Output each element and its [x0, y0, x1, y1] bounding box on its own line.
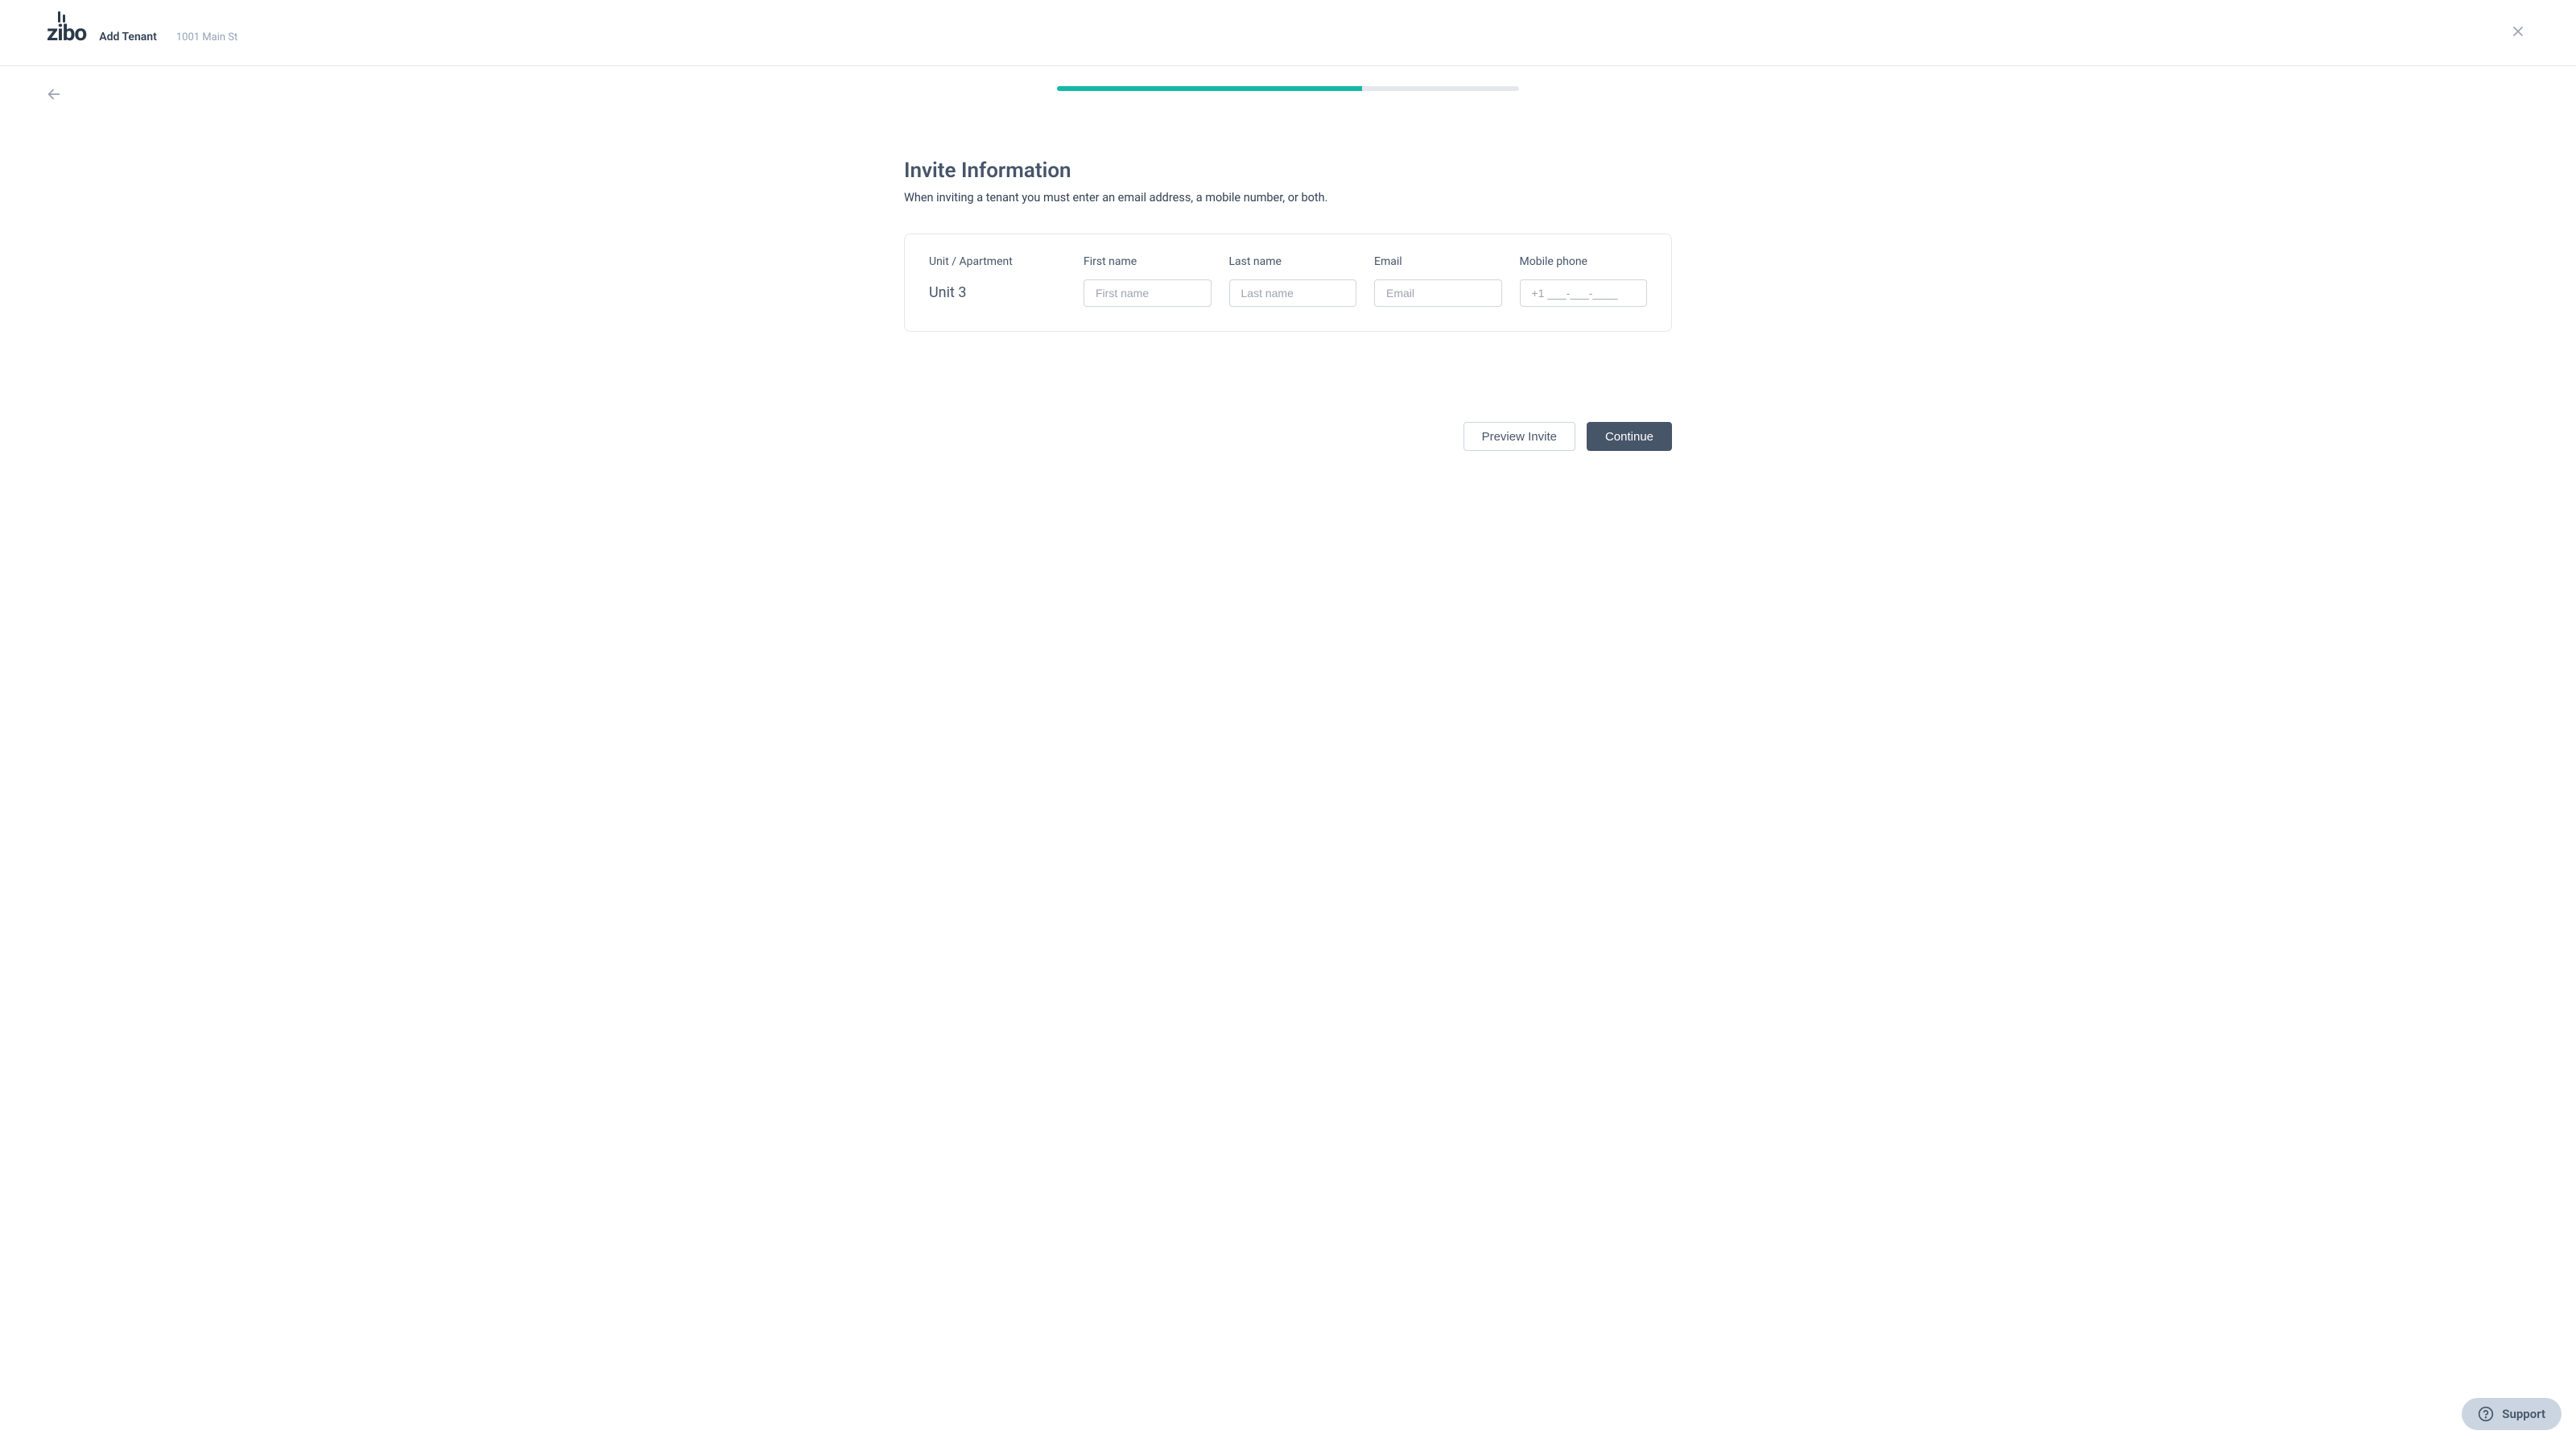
close-button[interactable]: [2507, 20, 2529, 45]
first-name-label: First name: [1084, 255, 1212, 268]
content: Invite Information When inviting a tenan…: [898, 159, 1678, 451]
support-label: Support: [2502, 1407, 2545, 1421]
progress-fill: [1057, 86, 1362, 91]
header-address: 1001 Main St: [176, 31, 237, 43]
page-subtitle: When inviting a tenant you must enter an…: [904, 191, 1672, 205]
field-last-name: Last name: [1229, 255, 1357, 307]
header: zibo Add Tenant 1001 Main St: [0, 0, 2576, 66]
first-name-input[interactable]: [1084, 279, 1212, 307]
phone-label: Mobile phone: [1520, 255, 1648, 268]
last-name-input[interactable]: [1229, 279, 1357, 307]
subheader: [0, 66, 2576, 114]
preview-invite-button[interactable]: Preview Invite: [1463, 422, 1575, 451]
email-input[interactable]: [1374, 279, 1502, 307]
unit-label: Unit / Apartment: [929, 255, 1066, 268]
field-unit: Unit / Apartment Unit 3: [929, 255, 1066, 307]
actions: Preview Invite Continue: [904, 422, 1672, 451]
field-first-name: First name: [1084, 255, 1212, 307]
email-label: Email: [1374, 255, 1502, 268]
support-button[interactable]: Support: [2462, 1398, 2562, 1430]
back-button[interactable]: [42, 82, 66, 109]
header-left: zibo Add Tenant 1001 Main St: [47, 19, 237, 46]
close-icon: [2510, 23, 2526, 39]
form-card: Unit / Apartment Unit 3 First name Last …: [904, 234, 1672, 332]
last-name-label: Last name: [1229, 255, 1357, 268]
logo: zibo: [47, 19, 86, 46]
continue-button[interactable]: Continue: [1587, 422, 1672, 451]
help-circle-icon: [2478, 1406, 2494, 1422]
unit-value: Unit 3: [929, 279, 1066, 301]
field-phone: Mobile phone: [1520, 255, 1648, 307]
progress-bar: [1057, 86, 1519, 91]
field-email: Email: [1374, 255, 1502, 307]
page-title: Invite Information: [904, 159, 1672, 183]
flow-title: Add Tenant: [99, 31, 157, 43]
phone-input[interactable]: [1520, 279, 1648, 307]
arrow-left-icon: [45, 85, 63, 103]
